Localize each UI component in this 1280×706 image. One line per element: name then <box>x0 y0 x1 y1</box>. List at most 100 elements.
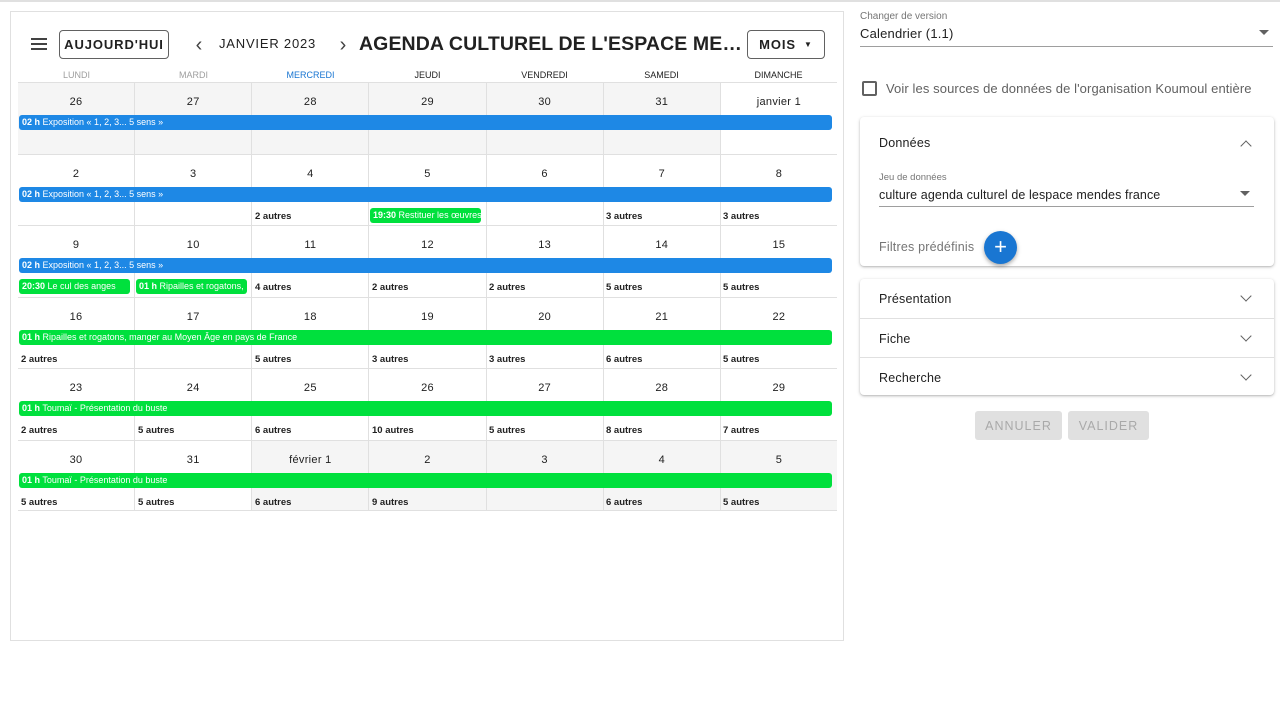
day-number[interactable]: 21 <box>604 311 720 323</box>
day-number[interactable]: 17 <box>135 311 251 323</box>
day-number[interactable]: 4 <box>604 454 720 466</box>
day-number[interactable]: 30 <box>487 96 603 108</box>
day-number[interactable]: 29 <box>721 382 837 394</box>
accordion-recherche[interactable]: Recherche <box>860 357 1274 396</box>
day-number[interactable]: 6 <box>487 168 603 180</box>
more-events-link[interactable]: 5 autres <box>723 497 759 508</box>
more-events-link[interactable]: 3 autres <box>606 211 642 222</box>
more-events-link[interactable]: 3 autres <box>489 354 525 365</box>
day-number[interactable]: 5 <box>721 454 837 466</box>
day-number[interactable]: 26 <box>369 382 485 394</box>
more-events-link[interactable]: 5 autres <box>21 497 57 508</box>
more-events-link[interactable]: 5 autres <box>606 282 642 293</box>
cancel-button[interactable]: ANNULER <box>975 411 1062 440</box>
more-events-link[interactable]: 6 autres <box>255 497 291 508</box>
calendar-event[interactable]: 01 h Toumaï - Présentation du buste <box>19 401 832 416</box>
add-filter-button[interactable]: + <box>984 231 1017 264</box>
day-number[interactable]: 12 <box>369 239 485 251</box>
week-row: 30 31 février 1 2 3 4 5 01 h Toumaï - Présentat… <box>18 439 837 511</box>
day-number[interactable]: 3 <box>135 168 251 180</box>
more-events-link[interactable]: 6 autres <box>255 425 291 436</box>
day-number[interactable]: 8 <box>721 168 837 180</box>
more-events-link[interactable]: 8 autres <box>606 425 642 436</box>
day-number[interactable]: février 1 <box>252 454 368 466</box>
day-number[interactable]: 11 <box>252 239 368 251</box>
day-number[interactable]: 2 <box>369 454 485 466</box>
day-number[interactable]: 22 <box>721 311 837 323</box>
day-number[interactable]: 15 <box>721 239 837 251</box>
calendar-event[interactable]: 01 h Ripailles et rogatons, <box>136 279 247 294</box>
calendar-event[interactable]: 02 h Exposition « 1, 2, 3... 5 sens » <box>19 115 832 130</box>
day-number[interactable]: 27 <box>135 96 251 108</box>
event-title: Ripailles et rogatons, manger au Moyen Â… <box>42 331 298 342</box>
day-number[interactable]: 26 <box>18 96 134 108</box>
day-number[interactable]: 28 <box>252 96 368 108</box>
day-number[interactable]: 18 <box>252 311 368 323</box>
today-button[interactable]: AUJOURD'HUI <box>59 30 169 59</box>
more-events-link[interactable]: 5 autres <box>138 497 174 508</box>
calendar-event[interactable]: 02 h Exposition « 1, 2, 3... 5 sens » <box>19 258 832 273</box>
more-events-link[interactable]: 6 autres <box>606 497 642 508</box>
more-events-link[interactable]: 2 autres <box>372 282 408 293</box>
day-number[interactable]: 9 <box>18 239 134 251</box>
more-events-link[interactable]: 3 autres <box>372 354 408 365</box>
day-number[interactable]: 24 <box>135 382 251 394</box>
day-number[interactable]: 5 <box>369 168 485 180</box>
validate-button[interactable]: VALIDER <box>1068 411 1149 440</box>
chevron-up-icon[interactable] <box>1240 140 1252 152</box>
chevron-right-icon[interactable]: › <box>332 33 354 57</box>
more-events-link[interactable]: 2 autres <box>21 425 57 436</box>
calendar-event[interactable]: 19:30 Restituer les œuvres <box>370 207 481 223</box>
more-events-link[interactable]: 9 autres <box>372 497 408 508</box>
calendar-event[interactable]: 01 h Toumaï - Présentation du buste <box>19 472 832 488</box>
view-mode-button[interactable]: MOIS ▼ <box>747 30 825 59</box>
day-number[interactable]: janvier 1 <box>721 96 837 108</box>
event-title: Toumaï - Présentation du buste <box>42 403 168 413</box>
more-events-link[interactable]: 4 autres <box>255 282 291 293</box>
day-number[interactable]: 13 <box>487 239 603 251</box>
event-title: Exposition « 1, 2, 3... 5 sens » <box>42 188 164 199</box>
more-events-link[interactable]: 10 autres <box>372 425 414 436</box>
data-panel-title[interactable]: Données <box>879 136 930 150</box>
dataset-select[interactable]: culture agenda culturel de lespace mende… <box>879 186 1254 207</box>
day-number[interactable]: 3 <box>487 454 603 466</box>
event-time: 01 h <box>22 403 41 413</box>
more-events-link[interactable]: 7 autres <box>723 425 759 436</box>
accordion-presentation[interactable]: Présentation <box>860 279 1274 318</box>
more-events-link[interactable]: 3 autres <box>723 211 759 222</box>
day-number[interactable]: 28 <box>604 382 720 394</box>
more-events-link[interactable]: 5 autres <box>723 282 759 293</box>
calendar-event[interactable]: 02 h Exposition « 1, 2, 3... 5 sens » <box>19 186 832 202</box>
accordion-fiche[interactable]: Fiche <box>860 318 1274 357</box>
more-events-link[interactable]: 5 autres <box>723 354 759 365</box>
more-events-link[interactable]: 6 autres <box>606 354 642 365</box>
org-sources-checkbox-row[interactable]: Voir les sources de données de l'organis… <box>862 81 1252 96</box>
version-select[interactable]: Calendrier (1.1) <box>860 25 1273 47</box>
day-number[interactable]: 31 <box>604 96 720 108</box>
day-number[interactable]: 29 <box>369 96 485 108</box>
more-events-link[interactable]: 2 autres <box>489 282 525 293</box>
menu-icon[interactable] <box>31 38 49 52</box>
calendar-event[interactable]: 20:30 Le cul des anges <box>19 279 130 294</box>
day-number[interactable]: 7 <box>604 168 720 180</box>
day-number[interactable]: 20 <box>487 311 603 323</box>
day-number[interactable]: 2 <box>18 168 134 180</box>
org-sources-checkbox[interactable] <box>862 81 877 96</box>
day-number[interactable]: 14 <box>604 239 720 251</box>
more-events-link[interactable]: 2 autres <box>255 211 291 222</box>
more-events-link[interactable]: 5 autres <box>138 425 174 436</box>
day-number[interactable]: 27 <box>487 382 603 394</box>
day-number[interactable]: 23 <box>18 382 134 394</box>
calendar-event[interactable]: 01 h Ripailles et rogatons, manger au Mo… <box>19 329 832 345</box>
more-events-link[interactable]: 5 autres <box>255 354 291 365</box>
day-number[interactable]: 4 <box>252 168 368 180</box>
day-number[interactable]: 19 <box>369 311 485 323</box>
day-number[interactable]: 10 <box>135 239 251 251</box>
day-number[interactable]: 30 <box>18 454 134 466</box>
day-number[interactable]: 31 <box>135 454 251 466</box>
chevron-left-icon[interactable]: ‹ <box>188 33 210 57</box>
more-events-link[interactable]: 5 autres <box>489 425 525 436</box>
day-number[interactable]: 25 <box>252 382 368 394</box>
more-events-link[interactable]: 2 autres <box>21 354 57 365</box>
day-number[interactable]: 16 <box>18 311 134 323</box>
